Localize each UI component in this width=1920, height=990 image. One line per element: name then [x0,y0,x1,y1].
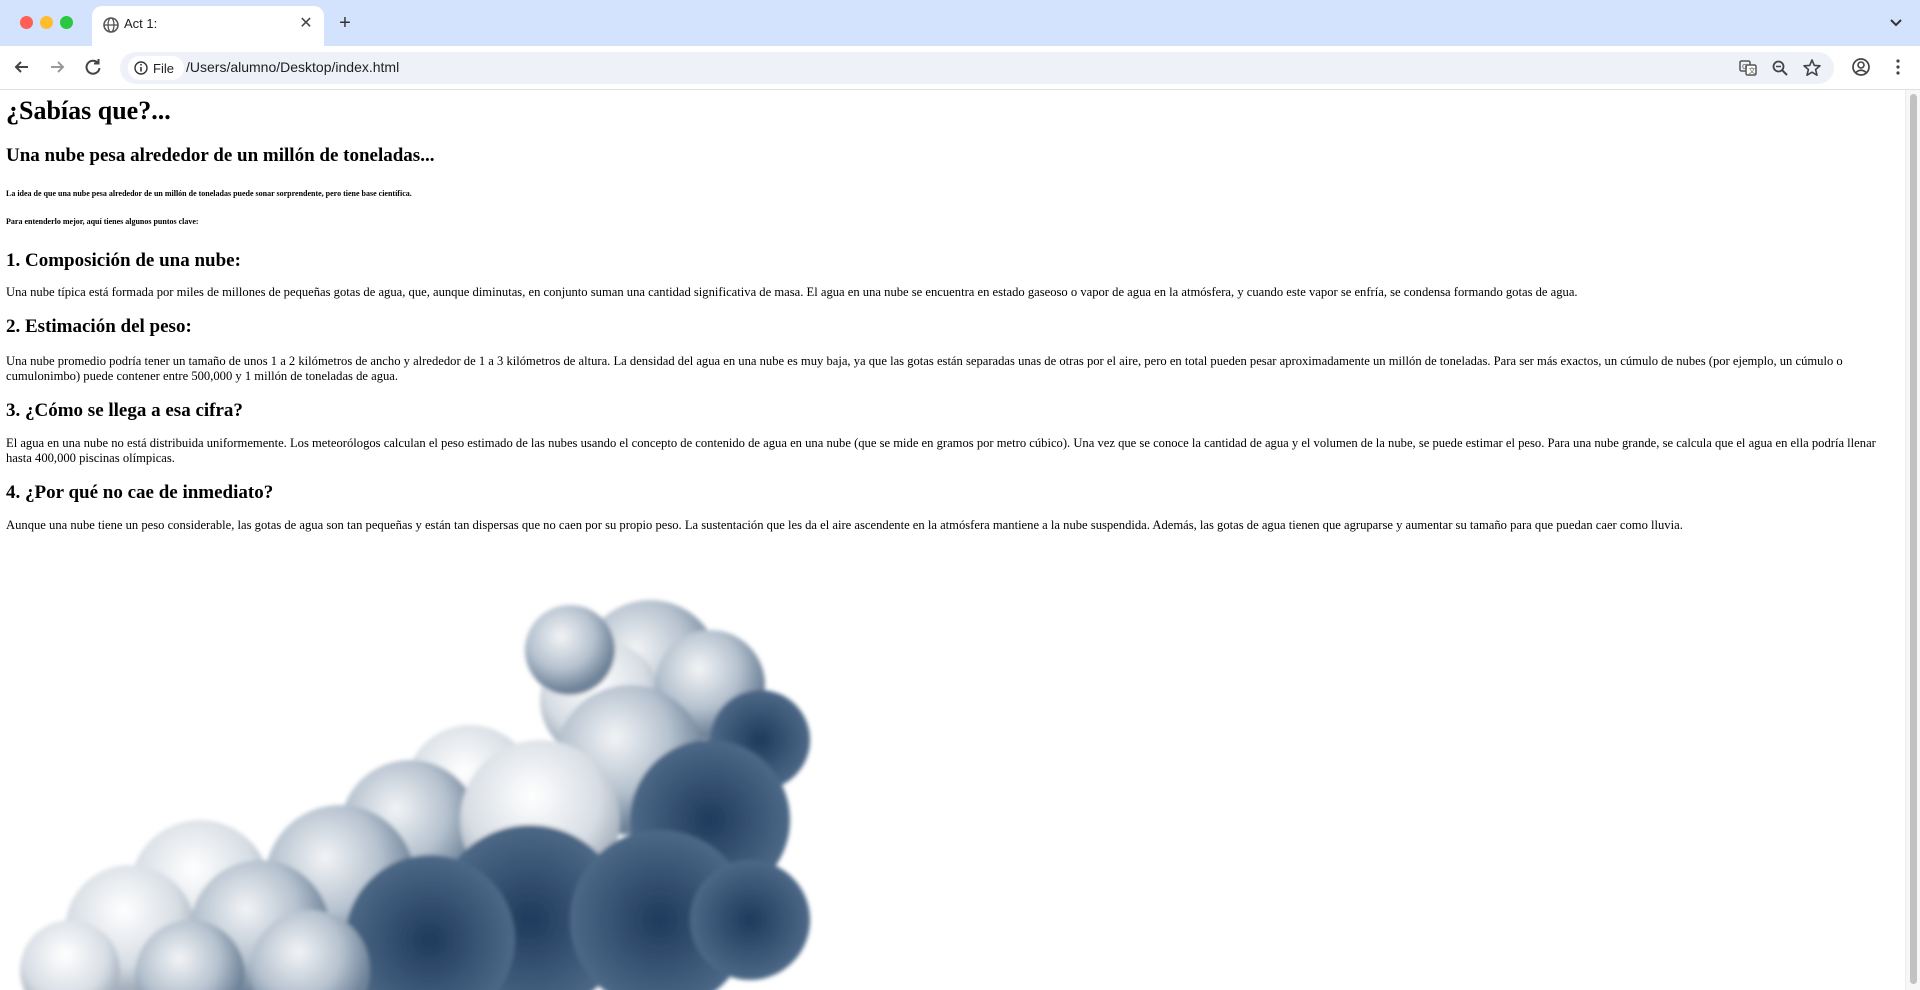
profile-icon[interactable] [1851,57,1871,77]
chevron-down-icon[interactable] [1886,12,1906,32]
section-text-3: El agua en una nube no está distribuida … [6,436,1876,465]
url-text[interactable]: /Users/alumno/Desktop/index.html [186,59,399,75]
zoom-icon[interactable] [1770,58,1790,78]
plus-icon[interactable]: + [334,12,356,34]
intro-text-2: Para entenderlo mejor, aquí tienes algun… [6,217,199,226]
translate-icon[interactable]: G 文 [1738,58,1758,78]
tab-strip: Act 1: ✕ + [0,0,1920,46]
forward-arrow-icon[interactable] [46,56,68,78]
star-icon[interactable] [1802,58,1822,78]
info-icon [134,61,148,75]
section-text-4: Aunque una nube tiene un peso considerab… [6,518,1683,532]
svg-text:文: 文 [1749,66,1756,75]
globe-icon [103,17,119,33]
back-arrow-icon[interactable] [11,56,33,78]
window-minimize-button[interactable] [40,16,53,29]
reload-icon[interactable] [82,56,104,78]
scrollbar-thumb[interactable] [1910,94,1917,984]
cloud-image [20,600,810,990]
address-bar[interactable]: File /Users/alumno/Desktop/index.html G … [120,52,1834,84]
intro-text-1: La idea de que una nube pesa alrededor d… [6,189,412,198]
close-icon[interactable]: ✕ [296,14,316,34]
page-viewport: ¿Sabías que?... Una nube pesa alrededor … [0,90,1905,990]
window-maximize-button[interactable] [60,16,73,29]
section-text-1: Una nube típica está formada por miles d… [6,285,1578,299]
section-heading-3: 3. ¿Cómo se llega a esa cifra? [6,400,243,421]
section-text-2: Una nube promedio podría tener un tamaño… [6,354,1843,383]
page-content: ¿Sabías que?... Una nube pesa alrededor … [0,96,1905,533]
section-heading-1: 1. Composición de una nube: [6,250,241,271]
section-heading-4: 4. ¿Por qué no cae de inmediato? [6,482,274,503]
svg-text:G: G [1742,63,1747,71]
kebab-menu-icon[interactable] [1888,57,1908,77]
browser-toolbar: File /Users/alumno/Desktop/index.html G … [0,46,1920,90]
section-heading-2: 2. Estimación del peso: [6,316,192,337]
site-info-chip[interactable]: File [128,56,184,80]
window-close-button[interactable] [20,16,33,29]
page-subtitle: Una nube pesa alrededor de un millón de … [6,145,435,166]
tab-active[interactable]: Act 1: ✕ [92,6,324,46]
tab-title: Act 1: [124,16,158,31]
page-scrollbar[interactable] [1905,90,1920,990]
site-info-label: File [153,60,174,76]
page-title: ¿Sabías que?... [6,96,171,125]
